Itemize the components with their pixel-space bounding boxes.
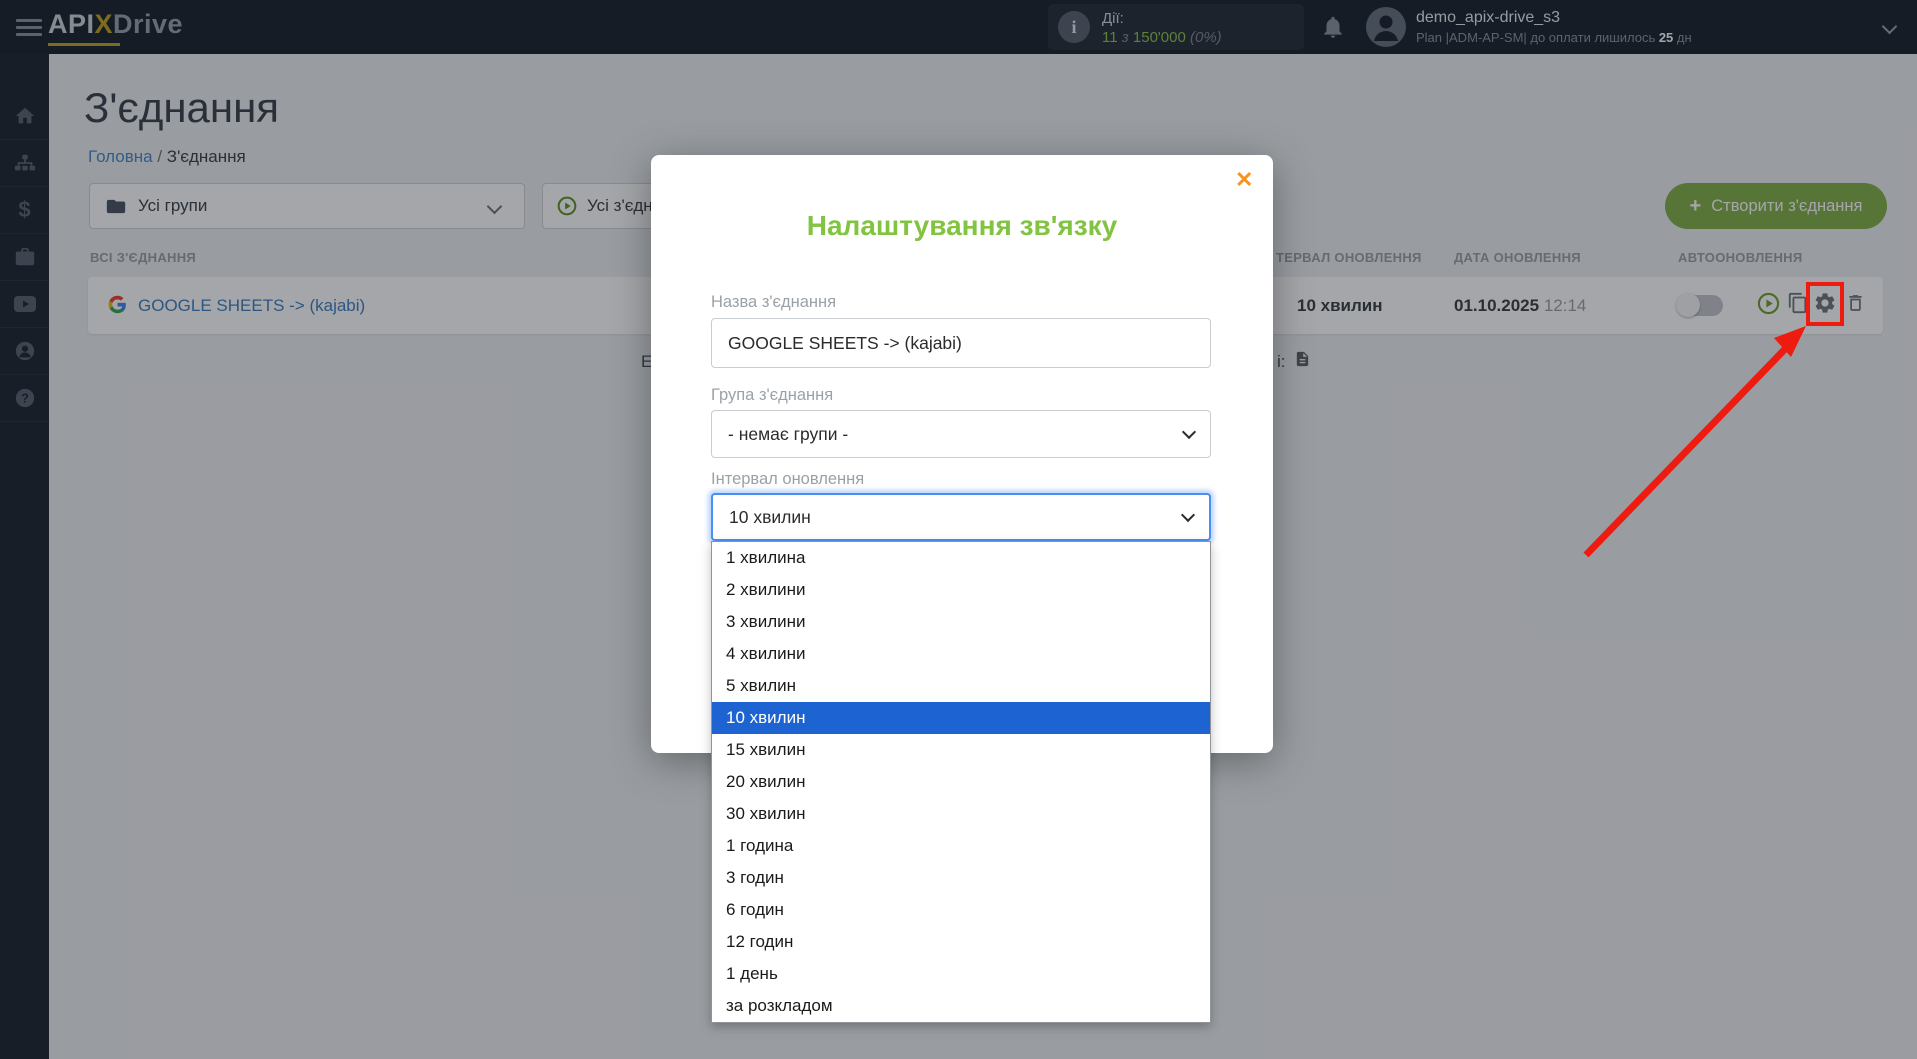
interval-option[interactable]: 15 хвилин bbox=[712, 734, 1210, 766]
interval-option[interactable]: 1 година bbox=[712, 830, 1210, 862]
chevron-down-icon bbox=[1180, 507, 1196, 523]
app-screen: APIXDrive i Дії: 11 з 150'000 (0%) demo_… bbox=[0, 0, 1917, 1059]
interval-option[interactable]: 3 годин bbox=[712, 862, 1210, 894]
interval-option[interactable]: 5 хвилин bbox=[712, 670, 1210, 702]
interval-option[interactable]: 3 хвилини bbox=[712, 606, 1210, 638]
interval-field-label: Інтервал оновлення bbox=[711, 470, 865, 488]
annotation-highlight-box bbox=[1806, 282, 1844, 326]
name-field-label: Назва з'єднання bbox=[711, 293, 837, 311]
interval-option[interactable]: 2 хвилини bbox=[712, 574, 1210, 606]
interval-option[interactable]: 30 хвилин bbox=[712, 798, 1210, 830]
interval-option[interactable]: за розкладом bbox=[712, 990, 1210, 1022]
group-select-value: - немає групи - bbox=[728, 423, 849, 444]
interval-select[interactable]: 10 хвилин bbox=[711, 493, 1211, 541]
close-icon[interactable]: ✕ bbox=[1235, 169, 1253, 191]
interval-options-dropdown: 1 хвилина 2 хвилини 3 хвилини 4 хвилини … bbox=[711, 541, 1211, 1023]
connection-name-input[interactable]: GOOGLE SHEETS -> (kajabi) bbox=[711, 318, 1211, 368]
chevron-down-icon bbox=[1181, 424, 1197, 440]
interval-option[interactable]: 4 хвилини bbox=[712, 638, 1210, 670]
interval-option[interactable]: 12 годин bbox=[712, 926, 1210, 958]
modal-title: Налаштування зв'язку bbox=[806, 210, 1118, 241]
interval-option[interactable]: 20 хвилин bbox=[712, 766, 1210, 798]
group-select[interactable]: - немає групи - bbox=[711, 410, 1211, 458]
interval-option[interactable]: 1 хвилина bbox=[712, 542, 1210, 574]
interval-option[interactable]: 1 день bbox=[712, 958, 1210, 990]
interval-option[interactable]: 6 годин bbox=[712, 894, 1210, 926]
interval-option-selected[interactable]: 10 хвилин bbox=[712, 702, 1210, 734]
interval-select-value: 10 хвилин bbox=[729, 506, 811, 527]
group-field-label: Група з'єднання bbox=[711, 386, 834, 404]
